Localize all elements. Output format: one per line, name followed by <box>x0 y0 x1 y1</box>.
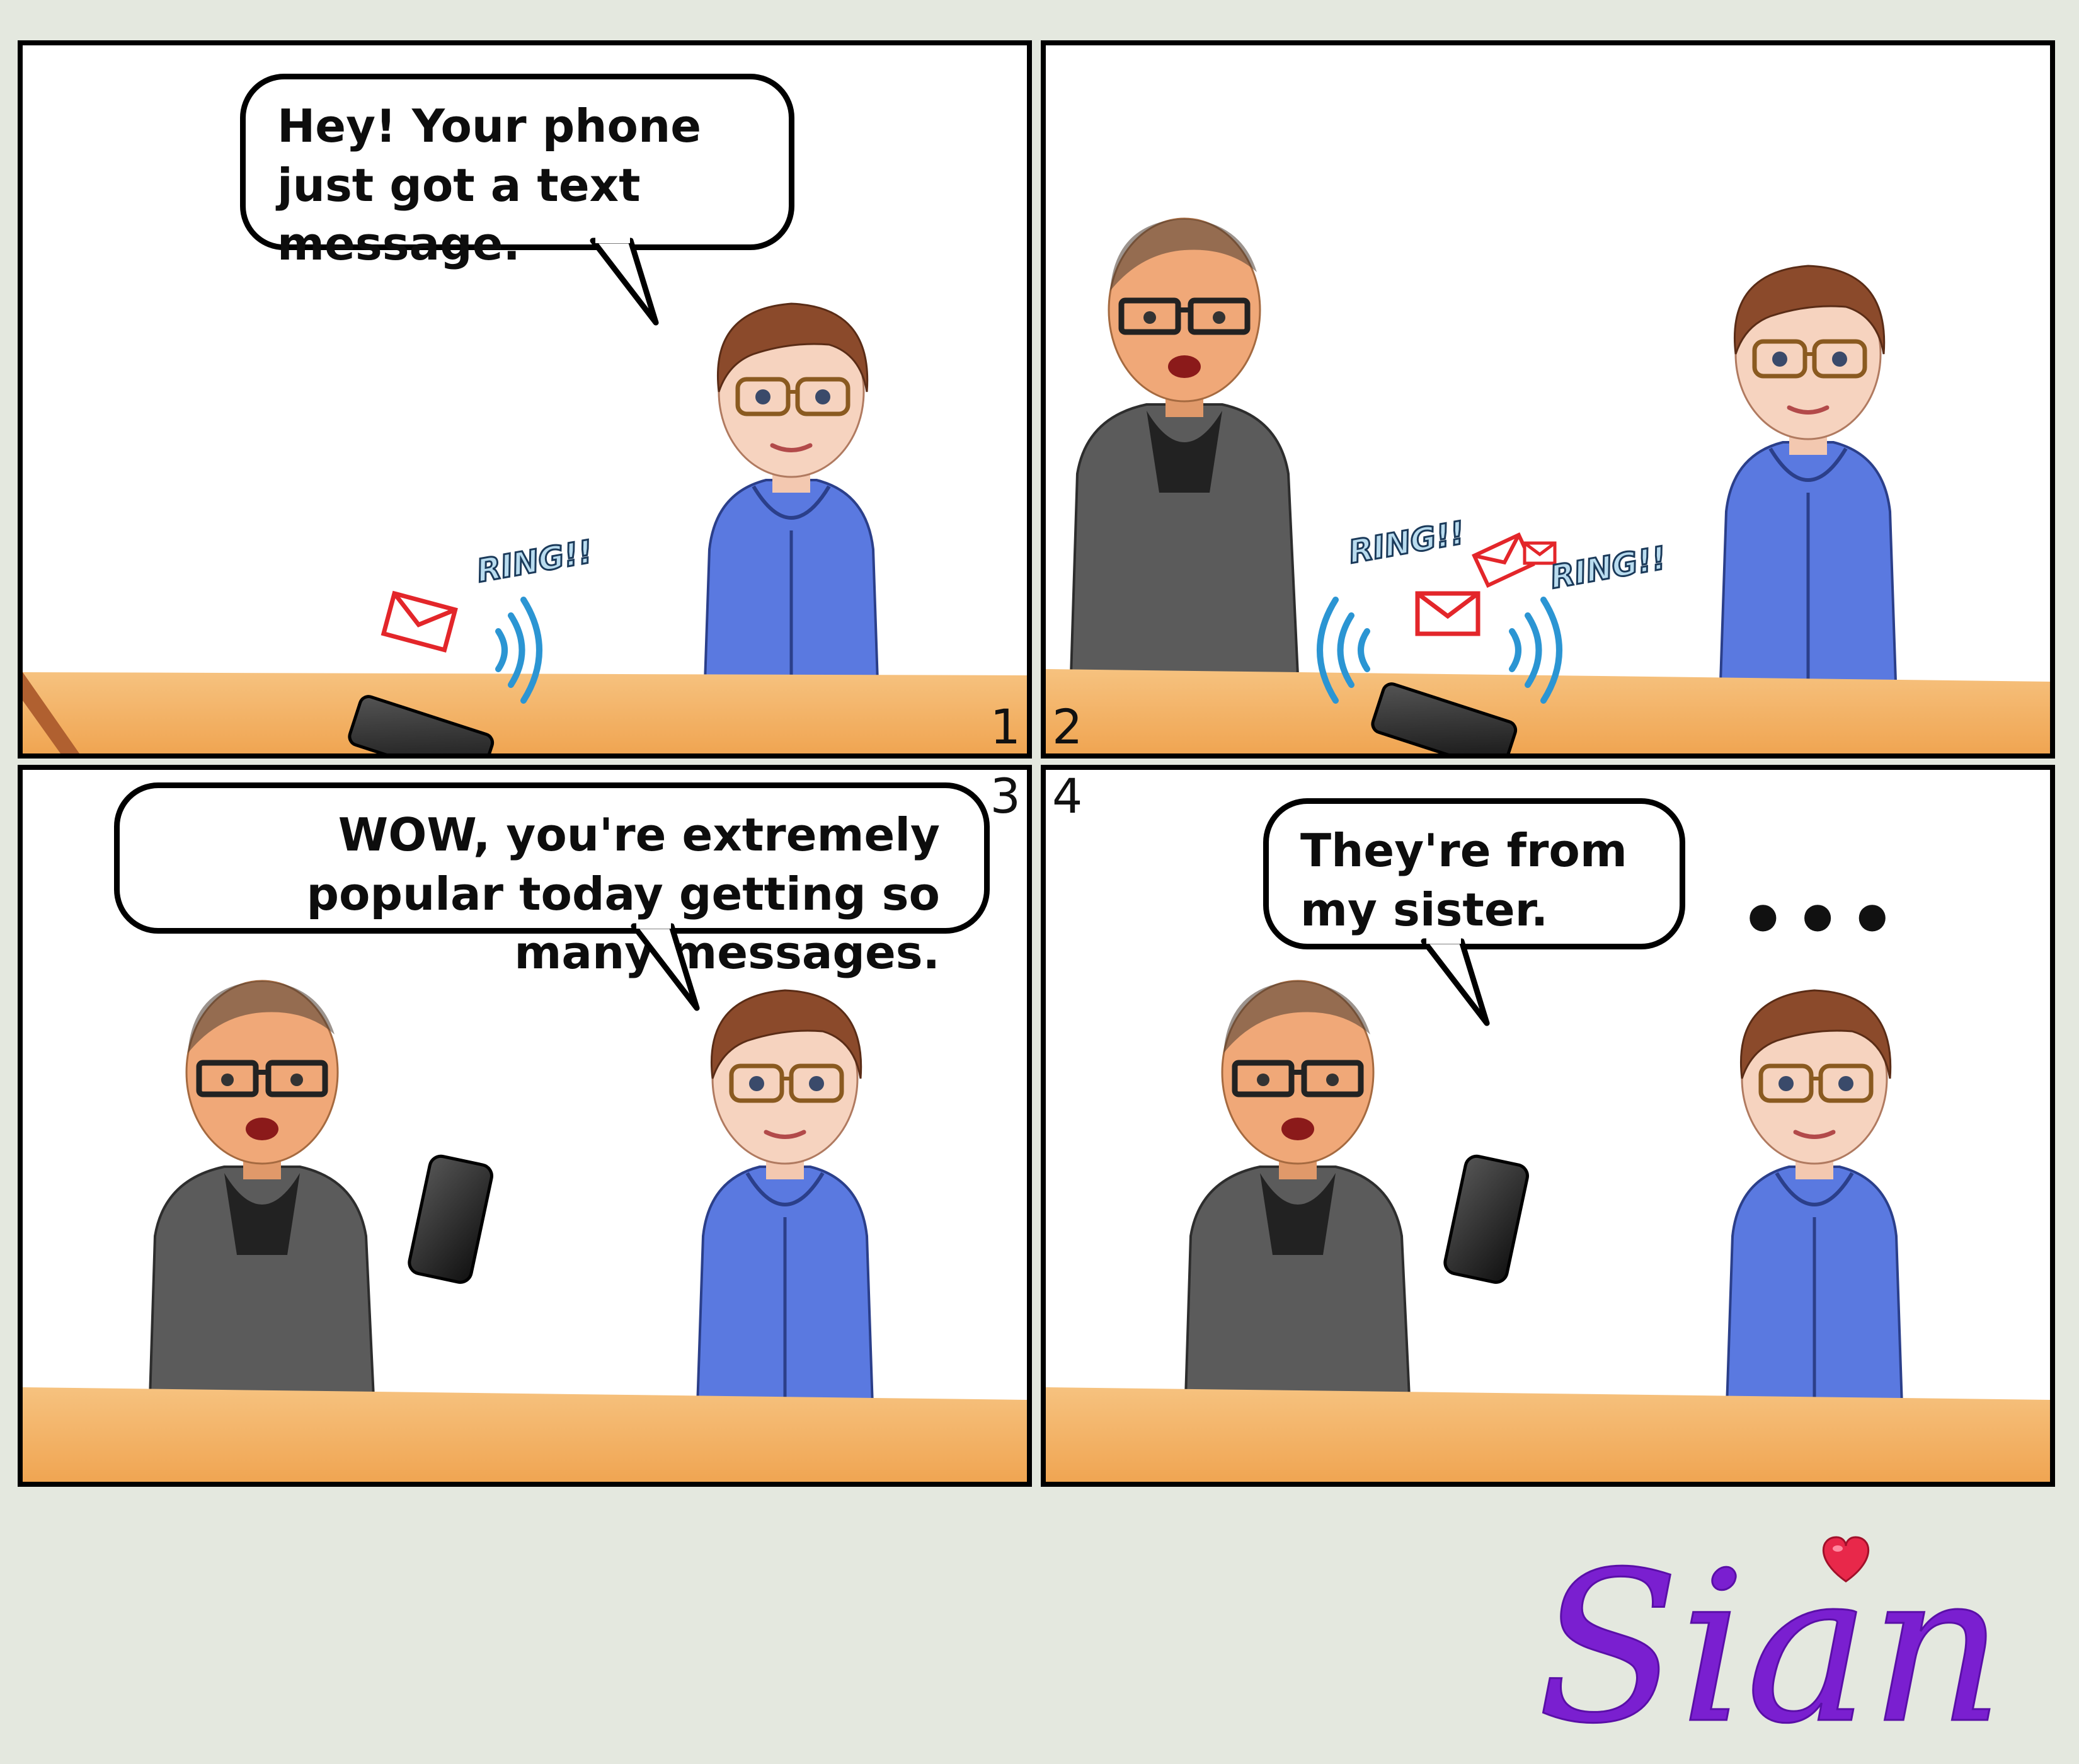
smartphone-icon <box>408 1154 493 1284</box>
desk <box>1046 669 2050 753</box>
envelope-icon <box>1415 591 1480 636</box>
svg-text:Sian: Sian <box>1537 1527 2004 1758</box>
speech-bubble-panel-1: Hey! Your phone just got a text message. <box>240 74 794 270</box>
panel-number: 2 <box>1052 699 1083 755</box>
man-character <box>149 981 375 1438</box>
panel-3: WOW, you're extremely popular today gett… <box>18 765 1032 1487</box>
woman-character <box>1720 266 1896 701</box>
desk <box>23 1387 1027 1482</box>
desk <box>23 672 1027 753</box>
comic-page: RING!! Hey! Your phone just got a text m… <box>0 0 2079 1764</box>
smartphone-icon <box>1443 1154 1529 1284</box>
panel-2-scene <box>1046 45 2050 753</box>
signature-logo: Sian <box>1537 1526 2005 1758</box>
man-character <box>1071 219 1298 675</box>
panel-4: They're from my sister. ••• 4 <box>1041 765 2055 1487</box>
woman-character <box>697 990 873 1425</box>
woman-character <box>1726 990 1903 1425</box>
speech-bubble-tail <box>1421 935 1490 1026</box>
speech-bubble-panel-3: WOW, you're extremely popular today gett… <box>114 782 990 979</box>
panel-number: 3 <box>990 768 1021 824</box>
speech-bubble-tail <box>590 234 659 326</box>
desk <box>1046 1387 2050 1482</box>
woman-character <box>703 304 879 738</box>
panel-2: RING!! RING!! 2 <box>1041 40 2055 759</box>
panel-number: 1 <box>990 699 1021 755</box>
thought-ellipsis: ••• <box>1739 877 1903 965</box>
speech-bubble-tail <box>631 920 700 1011</box>
panel-number: 4 <box>1052 768 1083 824</box>
man-character <box>1184 981 1411 1438</box>
speech-bubble-panel-4: They're from my sister. <box>1263 798 1685 949</box>
panel-1: RING!! Hey! Your phone just got a text m… <box>18 40 1032 759</box>
envelope-icon <box>381 590 458 653</box>
